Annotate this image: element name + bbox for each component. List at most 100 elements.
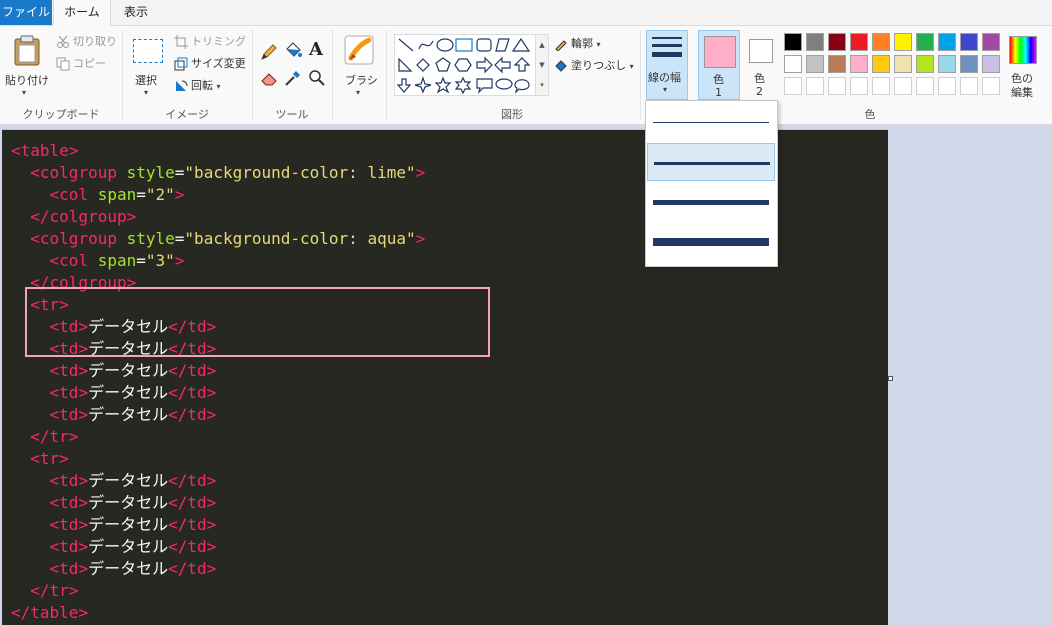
line-width-option[interactable] xyxy=(647,183,775,221)
eraser-icon[interactable] xyxy=(260,69,278,87)
code-token: td xyxy=(187,493,207,512)
palette-color-swatch[interactable] xyxy=(960,55,978,73)
shapes-scrollbar[interactable]: ▲ ▼ ▾ xyxy=(535,34,549,96)
color2-button[interactable]: 色 2 xyxy=(744,30,776,98)
paste-button[interactable]: 貼り付け ▾ xyxy=(4,30,49,100)
code-token: > xyxy=(206,405,217,424)
palette-color-swatch[interactable] xyxy=(784,55,802,73)
group-label-shapes: 図形 xyxy=(501,108,523,121)
palette-color-swatch[interactable] xyxy=(938,77,956,95)
code-token: style xyxy=(126,229,175,248)
palette-color-swatch[interactable] xyxy=(982,77,1000,95)
palette-color-swatch[interactable] xyxy=(960,77,978,95)
palette-color-swatch[interactable] xyxy=(784,33,802,51)
palette-color-swatch[interactable] xyxy=(872,55,890,73)
line-width-option[interactable] xyxy=(647,143,775,181)
rotate-button[interactable]: 回転 ▾ xyxy=(174,77,221,93)
palette-color-swatch[interactable] xyxy=(850,33,868,51)
palette-color-swatch[interactable] xyxy=(828,33,846,51)
palette-color-swatch[interactable] xyxy=(982,55,1000,73)
code-token: </ xyxy=(30,581,50,600)
crop-icon xyxy=(174,35,188,49)
code-token: > xyxy=(68,141,79,160)
code-token: < xyxy=(30,449,40,468)
text-tool-icon[interactable]: A xyxy=(309,39,323,60)
palette-color-swatch[interactable] xyxy=(894,55,912,73)
line-width-option[interactable] xyxy=(647,103,775,141)
code-token: データセル xyxy=(88,559,169,578)
line-width-option[interactable] xyxy=(647,223,775,261)
arrow-up-shape-icon xyxy=(513,57,531,72)
outline-button[interactable]: 輪郭 ▾ xyxy=(554,35,601,51)
code-token: table xyxy=(20,141,69,160)
palette-color-swatch[interactable] xyxy=(850,55,868,73)
fill-bucket-icon[interactable] xyxy=(284,41,302,59)
group-label-clipboard: クリップボード xyxy=(22,108,100,121)
scissors-icon xyxy=(57,35,69,48)
code-token: < xyxy=(49,383,60,402)
palette-color-swatch[interactable] xyxy=(894,33,912,51)
code-token: < xyxy=(49,493,60,512)
code-token: > xyxy=(206,559,217,578)
palette-color-swatch[interactable] xyxy=(938,55,956,73)
curve-shape-icon xyxy=(418,40,434,50)
pencil-icon[interactable] xyxy=(260,43,278,61)
code-token: > xyxy=(78,537,89,556)
palette-color-swatch[interactable] xyxy=(982,33,1000,51)
gallery-more-icon[interactable]: ▾ xyxy=(536,75,548,95)
palette-color-swatch[interactable] xyxy=(784,77,802,95)
fill-button[interactable]: 塗りつぶし ▾ xyxy=(554,57,634,73)
line-width-dropdown-icon: ▾ xyxy=(663,85,668,94)
palette-color-swatch[interactable] xyxy=(872,77,890,95)
separator xyxy=(332,30,333,120)
scroll-up-icon[interactable]: ▲ xyxy=(536,35,548,55)
palette-color-swatch[interactable] xyxy=(806,77,824,95)
tab-home[interactable]: ホーム xyxy=(53,0,111,26)
pentagon-shape-icon xyxy=(435,57,451,72)
palette-color-swatch[interactable] xyxy=(938,33,956,51)
code-token: span xyxy=(97,251,137,270)
palette-color-swatch[interactable] xyxy=(828,77,846,95)
color1-button[interactable]: 色 1 xyxy=(698,30,740,100)
palette-color-swatch[interactable] xyxy=(806,55,824,73)
separator xyxy=(640,30,641,120)
outline-icon xyxy=(555,40,567,51)
rotate-icon xyxy=(176,80,188,91)
tab-view[interactable]: 表示 xyxy=(112,0,160,25)
code-token: データセル xyxy=(88,493,169,512)
shapes-gallery[interactable] xyxy=(394,34,536,96)
palette-color-swatch[interactable] xyxy=(894,77,912,95)
triangle-shape-icon xyxy=(511,37,531,52)
copy-button[interactable]: コピー xyxy=(56,55,106,71)
select-button[interactable]: 選択 ▾ xyxy=(128,30,168,100)
line-width-dropdown xyxy=(645,100,778,267)
tab-file[interactable]: ファイル xyxy=(0,0,52,25)
palette-color-swatch[interactable] xyxy=(916,77,934,95)
scroll-down-icon[interactable]: ▼ xyxy=(536,55,548,75)
cut-button[interactable]: 切り取り xyxy=(56,33,117,49)
crop-button[interactable]: トリミング xyxy=(174,33,246,49)
color-picker-icon[interactable] xyxy=(284,69,302,87)
palette-color-swatch[interactable] xyxy=(872,33,890,51)
code-token: > xyxy=(78,559,89,578)
resize-button[interactable]: サイズ変更 xyxy=(174,55,246,71)
code-token: td xyxy=(59,515,79,534)
code-token: < xyxy=(11,141,21,160)
magnifier-icon[interactable] xyxy=(308,69,326,87)
canvas-resize-handle[interactable] xyxy=(888,376,893,381)
palette-color-swatch[interactable] xyxy=(960,33,978,51)
palette-color-swatch[interactable] xyxy=(916,55,934,73)
palette-color-swatch[interactable] xyxy=(916,33,934,51)
palette-color-swatch[interactable] xyxy=(806,33,824,51)
palette-color-swatch[interactable] xyxy=(828,55,846,73)
palette-color-swatch[interactable] xyxy=(850,77,868,95)
edit-colors-button[interactable]: 色の 編集 xyxy=(1006,30,1040,100)
code-image: <table> <colgroup style="background-colo… xyxy=(11,140,425,624)
fill-dropdown-icon: ▾ xyxy=(629,62,634,71)
code-token: < xyxy=(49,559,60,578)
line-width-button[interactable]: 線の幅 ▾ xyxy=(646,30,688,100)
code-token: td xyxy=(59,361,79,380)
brush-button[interactable]: ブラシ ▾ xyxy=(338,30,380,100)
